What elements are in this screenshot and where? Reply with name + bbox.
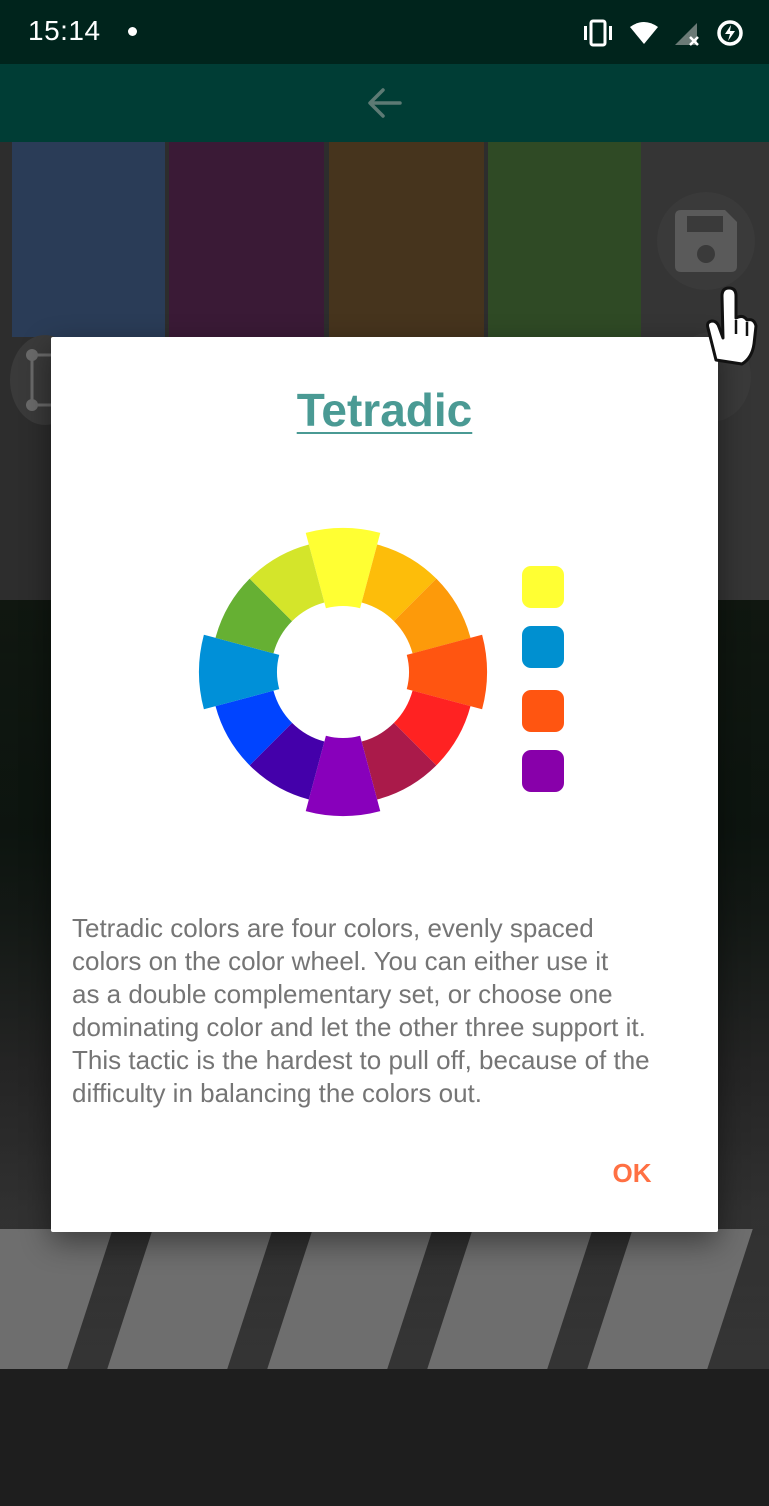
palette-color <box>522 566 564 608</box>
color-swatch[interactable] <box>169 142 324 337</box>
toolbar <box>0 64 769 142</box>
ok-button[interactable]: OK <box>592 1148 672 1198</box>
color-swatch[interactable] <box>488 142 641 337</box>
status-time: 15:14 <box>28 15 101 46</box>
dialog-body-text: Tetradic colors are four colors, evenly … <box>72 913 650 1108</box>
arrow-left-icon[interactable] <box>366 86 402 120</box>
pointing-hand-icon <box>706 286 758 366</box>
color-swatch[interactable] <box>329 142 484 337</box>
palette-color <box>522 750 564 792</box>
status-icons <box>581 16 745 50</box>
bottom-bar <box>0 1369 769 1506</box>
wifi-icon <box>630 22 658 44</box>
notification-dot-icon <box>128 27 137 36</box>
palette-color <box>522 690 564 732</box>
battery-saver-icon <box>717 20 743 46</box>
dialog-title: Tetradic <box>296 384 473 436</box>
vibrate-icon <box>584 19 612 47</box>
status-bar: 15:14 <box>0 0 769 64</box>
no-signal-icon <box>675 23 699 46</box>
floppy-disk-icon <box>675 210 737 272</box>
color-swatch[interactable] <box>12 142 165 337</box>
save-button[interactable] <box>657 192 755 290</box>
palette-color <box>522 626 564 668</box>
color-wheel <box>199 528 488 816</box>
